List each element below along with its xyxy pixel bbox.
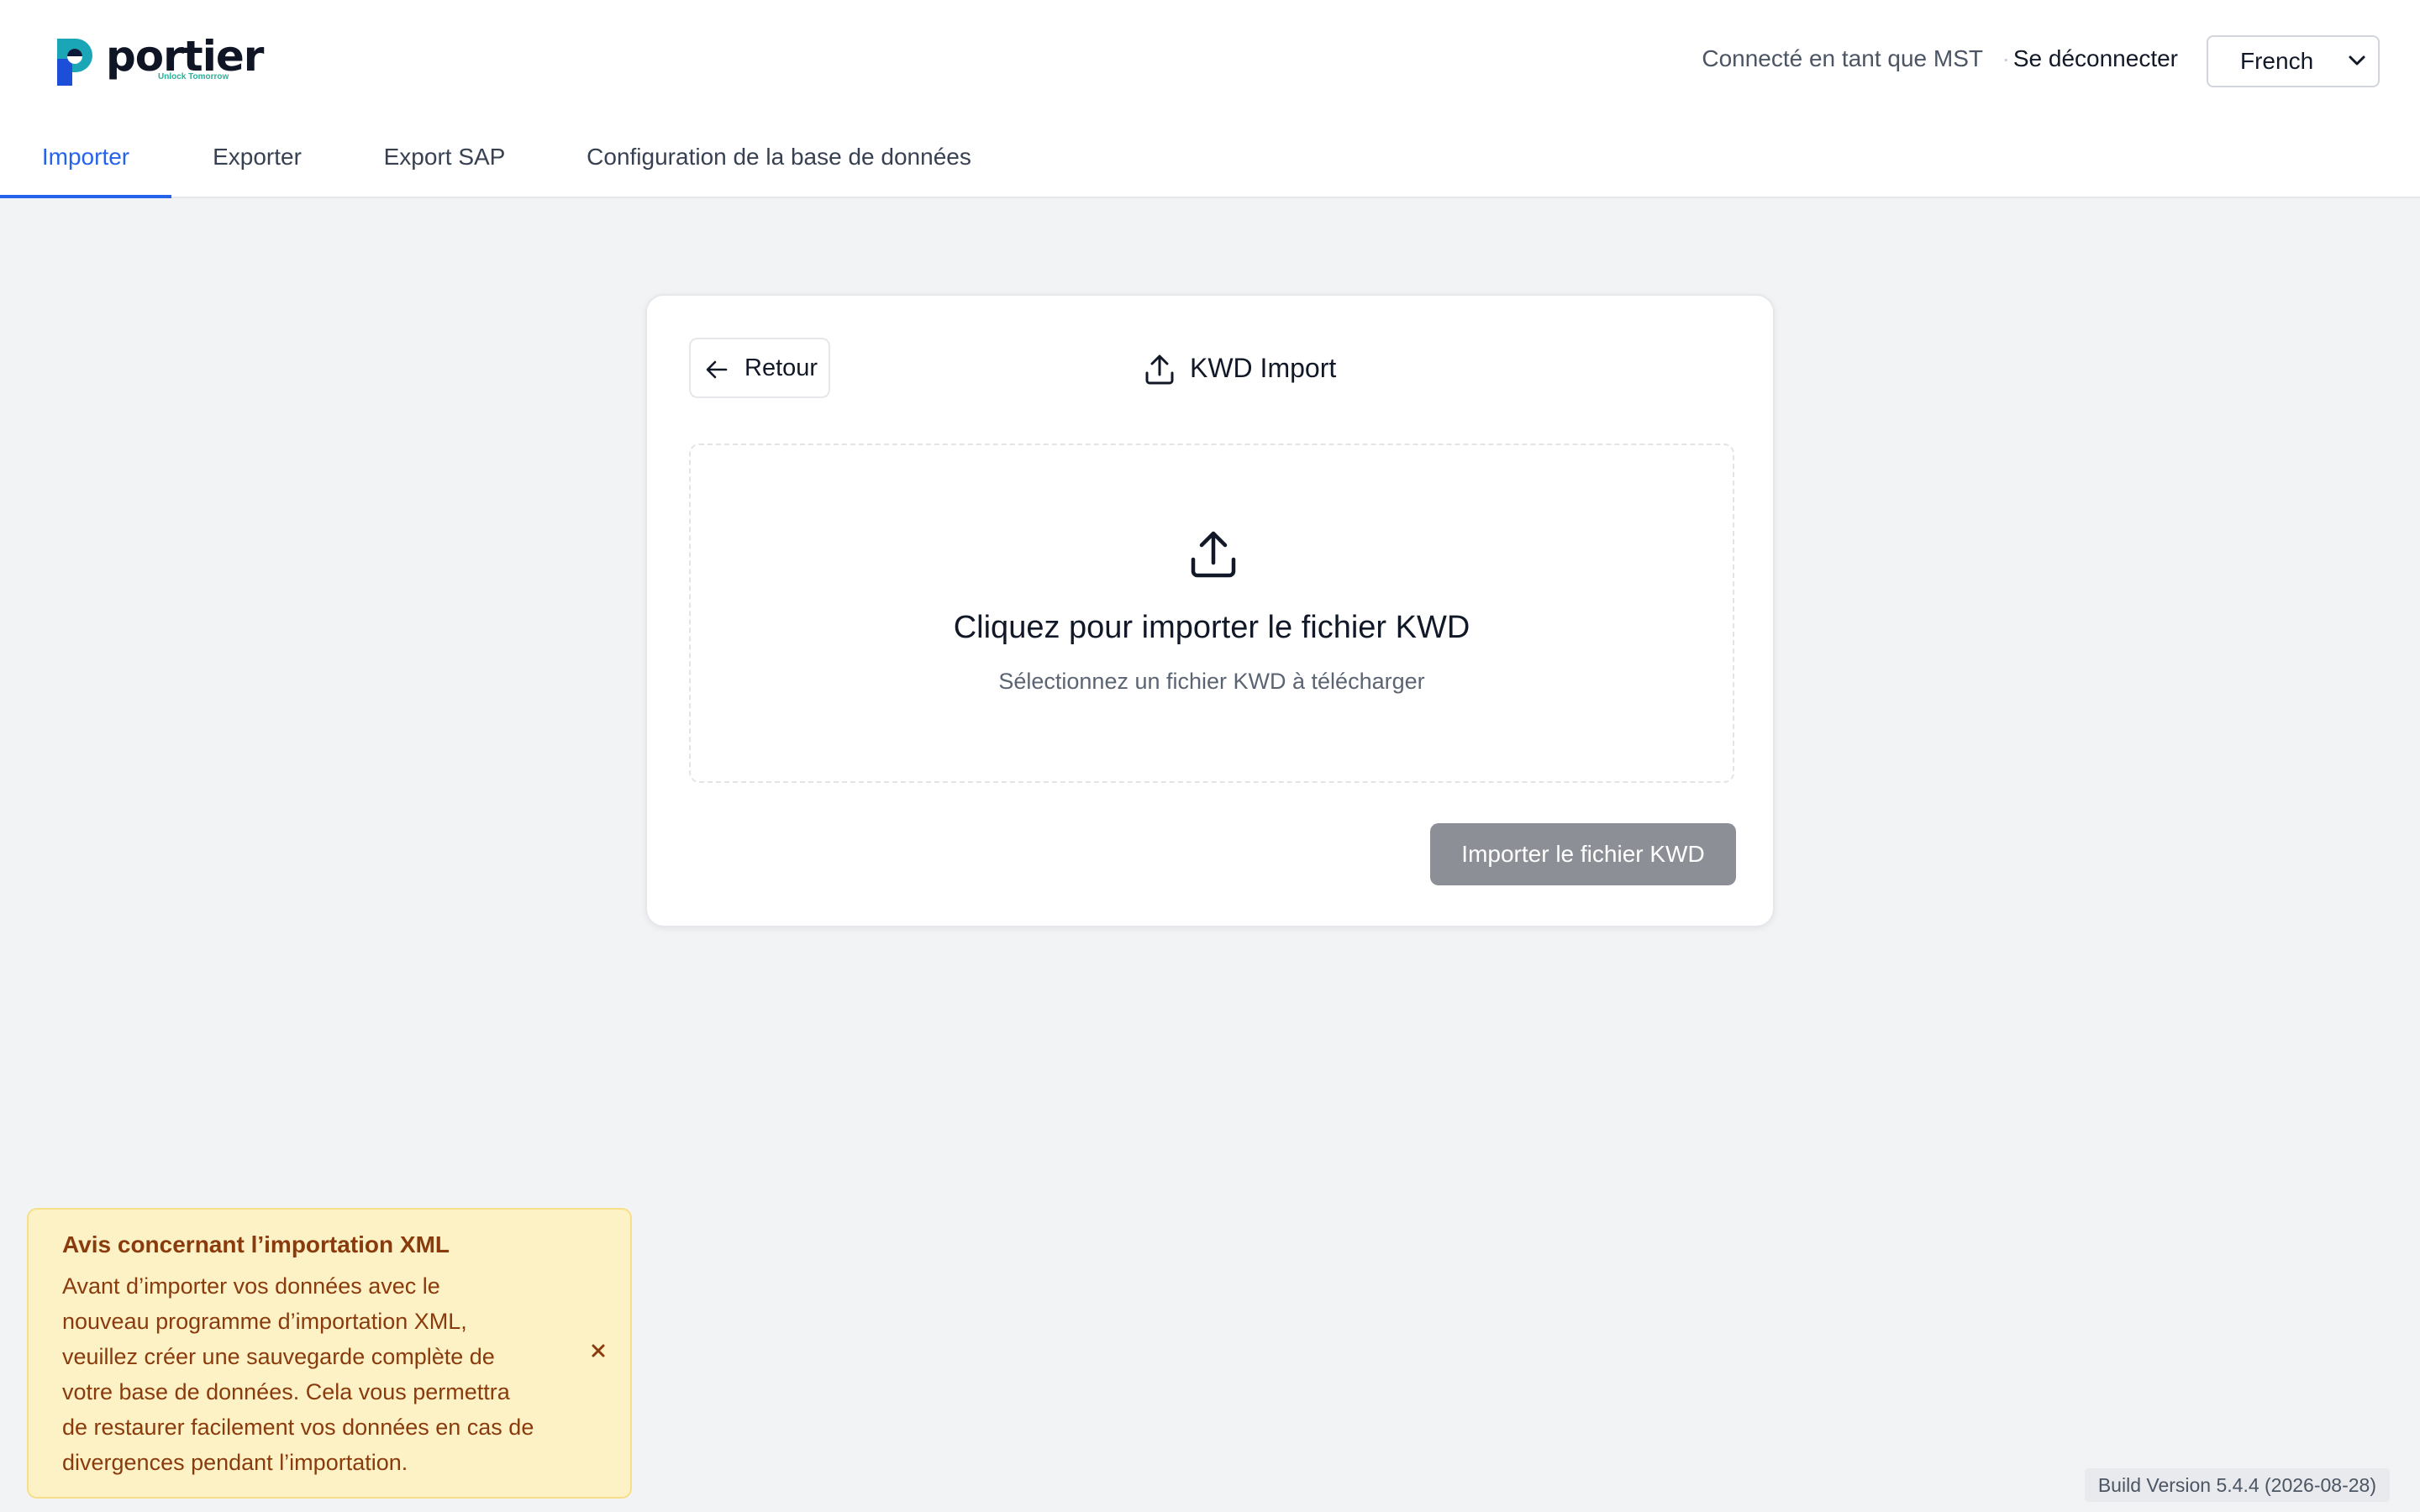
portier-logo-mark-icon <box>57 39 92 86</box>
dropzone-subtitle: Sélectionnez un fichier KWD à télécharge… <box>998 669 1425 694</box>
separator-dot: · <box>2002 45 2010 71</box>
notice-body-line: de restaurer facilement vos données en c… <box>62 1415 534 1440</box>
logout-link[interactable]: Se déconnecter <box>2013 45 2178 72</box>
dropzone-title: Cliquez pour importer le fichier KWD <box>953 610 1470 645</box>
notice-body-line: votre base de données. Cela vous permett… <box>62 1379 510 1404</box>
xml-import-notice: Avis concernant l’importation XML Avant … <box>27 1208 632 1499</box>
language-select-value: French <box>2240 48 2314 74</box>
build-version: Build Version 5.4.4 (2026-08-28) <box>2084 1468 2390 1502</box>
back-button-label: Retour <box>744 354 818 381</box>
notice-body-line: Avant d’importer vos données avec le <box>62 1273 440 1299</box>
connected-as-text: Connecté en tant que MST <box>1702 45 1983 71</box>
portier-logo[interactable]: portier Unlock Tomorrow <box>50 30 269 89</box>
user-area: Connecté en tant que MST · Se déconnecte… <box>1580 0 2420 121</box>
tab-exporter[interactable]: Exporter <box>193 126 321 198</box>
arrow-left-icon <box>706 360 728 379</box>
tab-database-configuration[interactable]: Configuration de la base de données <box>571 126 986 198</box>
card-title-text: KWD Import <box>1190 353 1337 383</box>
upload-icon <box>1191 531 1236 578</box>
notice-body-line: veuillez créer une sauvegarde complète d… <box>62 1344 495 1369</box>
tab-importer[interactable]: Importer <box>0 126 171 198</box>
back-button[interactable]: Retour <box>689 338 830 398</box>
language-select[interactable]: French <box>2207 35 2380 87</box>
notice-body-line: nouveau programme d’importation XML, <box>62 1309 467 1334</box>
top-header: portier Unlock Tomorrow Connecté en tant… <box>0 0 2420 198</box>
notice-close-button[interactable] <box>583 1336 613 1366</box>
tab-export-sap[interactable]: Export SAP <box>366 126 523 198</box>
notice-title: Avis concernant l’importation XML <box>62 1231 450 1257</box>
notice-body: Avant d’importer vos données avec le nou… <box>62 1268 566 1480</box>
notice-body-line: divergences pendant l’importation. <box>62 1450 408 1475</box>
import-kwd-button[interactable]: Importer le fichier KWD <box>1430 823 1736 885</box>
upload-icon <box>1145 354 1174 385</box>
chevron-down-icon <box>2349 55 2365 66</box>
close-icon <box>592 1344 605 1357</box>
file-dropzone[interactable]: Cliquez pour importer le fichier KWD Sél… <box>689 444 1734 783</box>
logo-tagline: Unlock Tomorrow <box>158 72 229 81</box>
kwd-import-card: Retour KWD Import Cliquez pour importer … <box>645 294 1775 927</box>
